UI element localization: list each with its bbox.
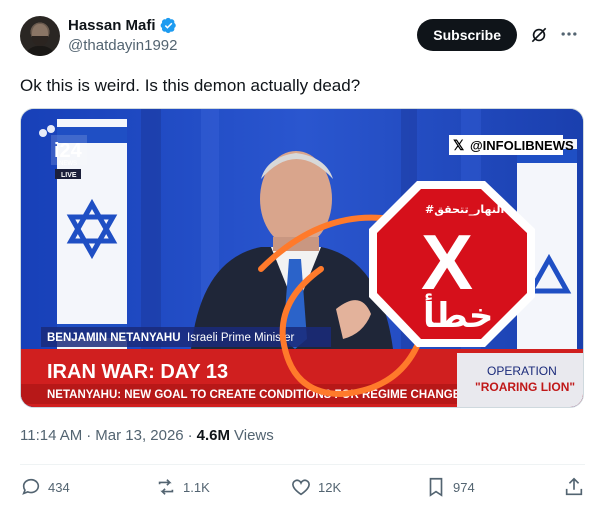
speaker-name: BENJAMIN NETANYAHU: [47, 332, 181, 344]
reply-icon: [22, 478, 40, 495]
channel-logo-text: i24: [54, 140, 83, 162]
tweet-media-image[interactable]: i24 NEWS LIVE 𝕏 @INFOLIBNEWS BENJAMIN NE…: [20, 108, 584, 408]
views-count: 4.6M: [196, 427, 231, 444]
author-handle[interactable]: @thatdayin1992: [68, 37, 177, 54]
repost-count: 1.1K: [183, 479, 210, 495]
stop-word: خطأ: [423, 293, 493, 336]
tweet-header: Hassan Mafi @thatdayin1992 Subscribe: [20, 14, 585, 58]
stop-x-mark: X: [421, 218, 473, 306]
x-logo: 𝕏: [453, 137, 465, 153]
tweet-text: Ok this is weird. Is this demon actually…: [20, 76, 361, 95]
watermark-text: @INFOLIBNEWS: [470, 138, 574, 153]
channel-sub-text: NEWS: [59, 161, 77, 167]
heart-icon: [292, 479, 310, 496]
author-name[interactable]: Hassan Mafi: [68, 17, 156, 34]
views-label: Views: [234, 427, 274, 444]
subscribe-button[interactable]: Subscribe: [417, 19, 517, 51]
like-count: 12K: [318, 479, 342, 495]
tweet-time[interactable]: 11:14 AM: [20, 427, 82, 444]
reply-count: 434: [48, 479, 70, 495]
author-name-row[interactable]: Hassan Mafi: [68, 17, 177, 34]
verified-badge-icon: [160, 17, 176, 34]
tweet-date[interactable]: Mar 13, 2026: [95, 427, 183, 444]
watermark: 𝕏 @INFOLIBNEWS: [449, 135, 574, 155]
meta-separator: ·: [86, 427, 92, 444]
share-icon: [565, 477, 583, 496]
repost-button[interactable]: 1.1K: [155, 476, 210, 498]
headline-text: IRAN WAR: DAY 13: [47, 361, 228, 383]
meta-separator-2: ·: [187, 427, 193, 444]
live-label: LIVE: [61, 172, 77, 179]
grok-icon[interactable]: [529, 25, 549, 45]
action-bar: 434 1.1K 12K 974: [20, 476, 585, 502]
speaker-title: Israeli Prime Minister: [187, 332, 295, 344]
like-button[interactable]: 12K: [290, 476, 341, 498]
divider: [20, 464, 585, 465]
stop-hashtag: #النهار_تتحقق: [425, 203, 504, 216]
operation-label: OPERATION: [487, 364, 557, 378]
bookmark-count: 974: [453, 479, 475, 495]
bookmark-button[interactable]: 974: [425, 476, 475, 498]
broadcast-frame: i24 NEWS LIVE 𝕏 @INFOLIBNEWS BENJAMIN NE…: [21, 109, 583, 407]
ticker-text: NETANYAHU: NEW GOAL TO CREATE CONDITIONS…: [47, 389, 461, 401]
operation-box: OPERATION "ROARING LION": [457, 353, 583, 407]
avatar[interactable]: [20, 16, 60, 56]
operation-name: "ROARING LION": [475, 380, 575, 394]
reply-button[interactable]: 434: [20, 476, 70, 498]
more-icon[interactable]: [559, 24, 579, 44]
share-button[interactable]: [563, 476, 585, 498]
bookmark-icon: [429, 477, 443, 497]
speaker-lower-third: BENJAMIN NETANYAHU Israeli Prime Ministe…: [41, 327, 331, 347]
tweet-meta: 11:14 AM · Mar 13, 2026 · 4.6M Views: [20, 427, 274, 444]
repost-icon: [158, 479, 174, 495]
